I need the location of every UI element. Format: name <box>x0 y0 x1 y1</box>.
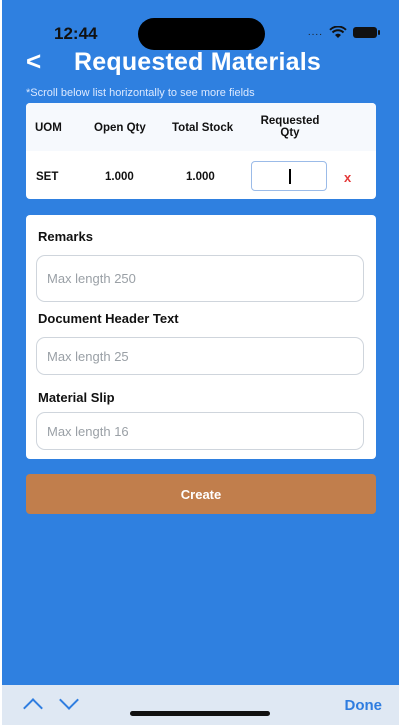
chevron-down-icon[interactable] <box>59 690 79 710</box>
create-button[interactable]: Create <box>26 474 376 514</box>
remarks-placeholder: Max length 250 <box>47 271 136 286</box>
requested-qty-input[interactable] <box>251 161 327 191</box>
table-header: UOM Open Qty Total Stock Requested Qty <box>26 103 376 151</box>
text-caret <box>289 169 291 184</box>
materials-table[interactable]: UOM Open Qty Total Stock Requested Qty S… <box>26 103 376 199</box>
app-screen: 12:44 .... < Requested Materials *Scroll… <box>2 0 399 725</box>
cell-total-stock: 1.000 <box>186 171 215 183</box>
remarks-input[interactable]: Max length 250 <box>36 255 364 302</box>
doc-header-label: Document Header Text <box>38 311 179 326</box>
column-requested-qty: Requested Qty <box>260 115 320 139</box>
done-button[interactable]: Done <box>345 697 383 714</box>
doc-header-input[interactable]: Max length 25 <box>36 337 364 375</box>
back-button[interactable]: < <box>26 46 41 77</box>
material-slip-placeholder: Max length 16 <box>47 423 129 439</box>
remarks-label: Remarks <box>38 229 93 244</box>
column-total-stock: Total Stock <box>172 122 234 134</box>
home-indicator <box>130 711 270 716</box>
column-uom: UOM <box>35 122 62 134</box>
status-icons: .... <box>307 26 380 39</box>
dynamic-island <box>138 18 265 50</box>
battery-icon <box>353 27 380 38</box>
material-slip-input[interactable]: Max length 16 <box>36 412 364 450</box>
signal-dots: .... <box>307 27 323 38</box>
page-title: Requested Materials <box>74 48 321 76</box>
wifi-icon <box>329 26 347 38</box>
cell-uom: SET <box>36 171 59 183</box>
material-slip-label: Material Slip <box>38 390 115 405</box>
column-open-qty: Open Qty <box>94 122 146 134</box>
status-time: 12:44 <box>54 24 98 43</box>
keyboard-accessory-bar: Done <box>2 685 399 725</box>
chevron-up-icon[interactable] <box>23 698 43 718</box>
scroll-hint: *Scroll below list horizontally to see m… <box>26 87 255 99</box>
doc-header-placeholder: Max length 25 <box>47 348 129 364</box>
cell-open-qty: 1.000 <box>105 171 134 183</box>
details-form: Remarks Max length 250 Document Header T… <box>26 215 376 459</box>
remove-row-button[interactable]: x <box>344 170 351 185</box>
